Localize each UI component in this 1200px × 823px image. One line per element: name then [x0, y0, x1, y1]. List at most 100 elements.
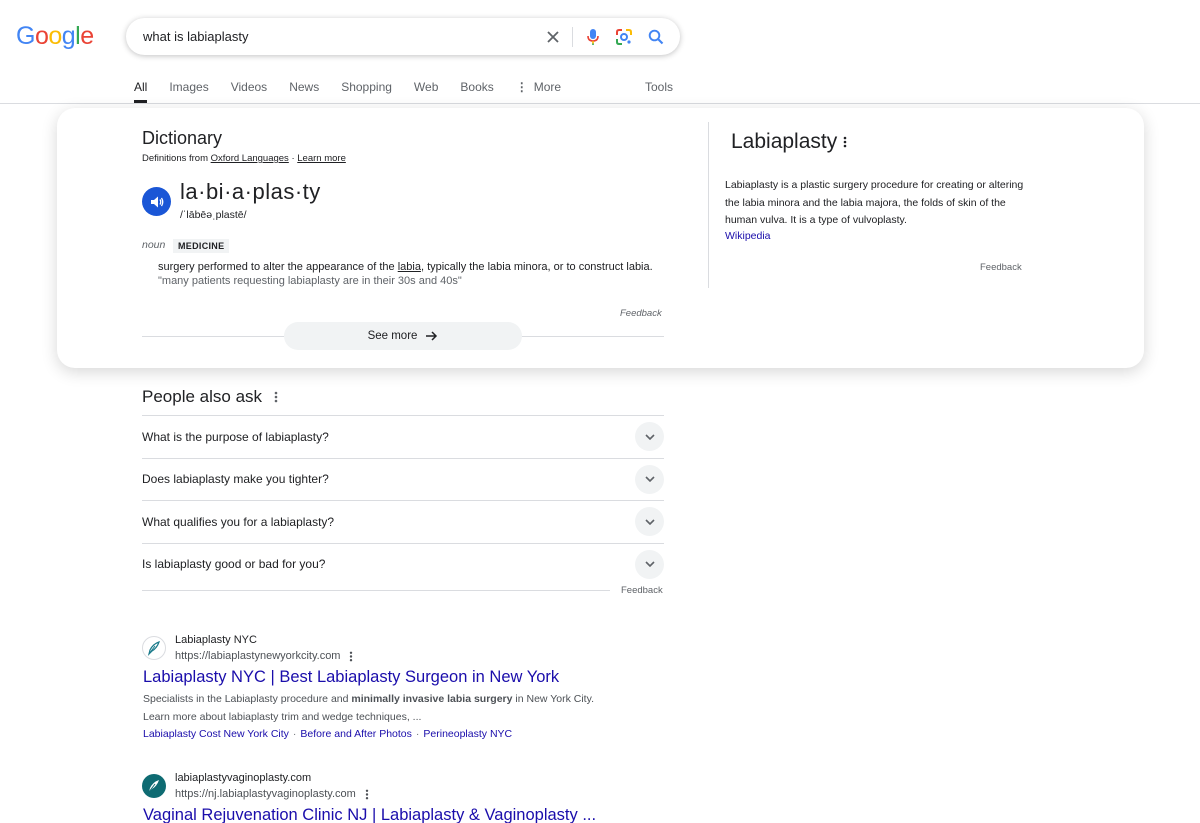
dictionary-title: Dictionary	[142, 128, 223, 148]
more-vert-icon[interactable]	[274, 391, 278, 403]
oxford-languages-link[interactable]: Oxford Languages	[211, 153, 289, 164]
tab-all[interactable]: All	[134, 72, 148, 103]
sitelink[interactable]: Labiaplasty Cost New York City	[143, 728, 289, 740]
definition: surgery performed to alter the appearanc…	[158, 261, 653, 273]
result-title-link[interactable]: Vaginal Rejuvenation Clinic NJ | Labiapl…	[143, 806, 596, 823]
paa-title-text: People also ask	[142, 387, 263, 406]
paa-bottom-divider	[142, 590, 610, 591]
paa-question[interactable]: What is the purpose of labiaplasty?	[142, 415, 664, 458]
camera-lens-icon	[616, 29, 632, 45]
more-vert-icon[interactable]	[349, 651, 353, 662]
dictionary-source: Definitions from Oxford Languages · Lear…	[142, 153, 346, 164]
search-box	[126, 18, 680, 55]
dictionary-feedback-link[interactable]: Feedback	[620, 308, 662, 319]
people-also-ask-title: People also ask	[142, 387, 278, 407]
paa-question[interactable]: Does labiaplasty make you tighter?	[142, 457, 664, 501]
pronunciation-audio-button[interactable]	[142, 187, 171, 216]
arrow-right-icon	[425, 330, 438, 342]
search-divider	[572, 27, 573, 47]
logo-letter: o	[48, 22, 62, 50]
more-vert-icon: ⋮	[515, 80, 528, 94]
result-url-text: https://labiaplastynewyorkcity.com	[175, 650, 341, 662]
feather-icon	[147, 641, 160, 656]
people-also-ask-list: What is the purpose of labiaplasty? Does…	[142, 415, 664, 585]
paa-feedback-link[interactable]: Feedback	[621, 585, 663, 596]
feather-icon	[148, 780, 159, 793]
knowledge-panel-description: Labiaplasty is a plastic surgery procedu…	[725, 179, 1024, 226]
paa-question-text: What qualifies you for a labiaplasty?	[142, 514, 335, 529]
result-url[interactable]: https://nj.labiaplastyvaginoplasty.com	[175, 788, 369, 800]
phonetic: /ˈlābēəˌplastē/	[180, 209, 247, 221]
search-submit-button[interactable]	[645, 26, 667, 48]
more-vert-icon[interactable]	[843, 136, 847, 148]
paa-question-text: Does labiaplasty make you tighter?	[142, 472, 329, 487]
tab-images[interactable]: Images	[169, 72, 208, 103]
logo-letter: e	[80, 22, 94, 50]
paa-question-text: What is the purpose of labiaplasty?	[142, 429, 329, 444]
speaker-icon	[150, 196, 163, 207]
tab-more[interactable]: ⋮ More	[516, 72, 561, 103]
tab-shopping[interactable]: Shopping	[341, 72, 392, 103]
site-favicon	[142, 774, 166, 798]
paa-question[interactable]: Is labiaplasty good or bad for you?	[142, 542, 664, 586]
tab-books[interactable]: Books	[460, 72, 493, 103]
close-icon	[547, 31, 559, 43]
logo-letter: g	[61, 22, 76, 50]
result-site-name: Labiaplasty NYC	[175, 634, 257, 646]
voice-search-button[interactable]	[582, 26, 604, 48]
paa-question[interactable]: What qualifies you for a labiaplasty?	[142, 500, 664, 543]
result-sitelinks: Labiaplasty Cost New York City · Before an…	[143, 728, 512, 740]
knowledge-panel-title-text: Labiaplasty	[731, 130, 838, 153]
tab-more-label: More	[533, 80, 562, 94]
lens-search-button[interactable]	[613, 26, 635, 48]
definition-example: "many patients requesting labiaplasty ar…	[158, 275, 462, 287]
see-more-button[interactable]: See more	[284, 322, 522, 350]
tab-news[interactable]: News	[289, 72, 319, 103]
result-snippet: Specialists in the Labiaplasty procedure…	[143, 691, 613, 726]
search-input[interactable]	[143, 18, 533, 55]
snippet-text-1: Specialists in the Labiaplasty procedure…	[143, 693, 352, 705]
more-vert-icon[interactable]	[365, 789, 369, 800]
chevron-down-icon	[635, 549, 664, 579]
microphone-icon	[587, 29, 599, 45]
knowledge-panel-title: Labiaplasty	[731, 130, 847, 154]
logo-letter: G	[16, 22, 35, 50]
source-prefix: Definitions from	[142, 153, 208, 164]
sitelink-separator: ·	[415, 728, 420, 740]
result-url[interactable]: https://labiaplastynewyorkcity.com	[175, 650, 353, 662]
tab-videos[interactable]: Videos	[231, 72, 267, 103]
search-result: labiaplastyvaginoplasty.com https://nj.l…	[142, 772, 672, 823]
definition-link-labia[interactable]: labia	[398, 261, 421, 273]
tools-button[interactable]: Tools	[645, 80, 673, 94]
result-title-link[interactable]: Labiaplasty NYC | Best Labiaplasty Surge…	[143, 668, 559, 687]
wikipedia-link[interactable]: Wikipedia	[725, 230, 771, 242]
google-logo[interactable]: Google	[16, 22, 94, 51]
sitelink[interactable]: Before and After Photos	[300, 728, 412, 740]
sitelink-separator: ·	[292, 728, 297, 740]
knowledge-panel-divider	[708, 122, 709, 288]
headword: la·bi·a·plas·ty	[180, 179, 321, 204]
chevron-down-icon	[635, 507, 664, 537]
chevron-down-icon	[635, 464, 664, 494]
result-url-text: https://nj.labiaplastyvaginoplasty.com	[175, 788, 356, 800]
definition-text-1: surgery performed to alter the appearanc…	[158, 261, 395, 273]
learn-more-link[interactable]: Learn more	[297, 153, 346, 164]
paa-question-text: Is labiaplasty good or bad for you?	[142, 557, 326, 572]
source-separator: ·	[291, 153, 295, 164]
result-site-name: labiaplastyvaginoplasty.com	[175, 772, 312, 784]
definition-text-2: , typically the labia minora, or to cons…	[420, 261, 653, 273]
site-favicon	[142, 636, 166, 660]
search-tabs: All Images Videos News Shopping Web Book…	[134, 72, 583, 103]
chevron-down-icon	[635, 422, 664, 452]
tab-web[interactable]: Web	[414, 72, 438, 103]
sitelink[interactable]: Perineoplasty NYC	[423, 728, 512, 740]
search-result: Labiaplasty NYC https://labiaplastynewyo…	[142, 634, 672, 746]
domain-badge: MEDICINE	[173, 239, 230, 253]
header-divider	[0, 103, 1200, 104]
see-more-label: See more	[367, 330, 418, 342]
part-of-speech: noun	[142, 239, 166, 251]
clear-search-button[interactable]	[542, 26, 564, 48]
snippet-bold: minimally invasive labia surgery	[351, 693, 513, 705]
logo-letter: o	[34, 22, 49, 50]
knowledge-panel-feedback-link[interactable]: Feedback	[980, 262, 1022, 273]
